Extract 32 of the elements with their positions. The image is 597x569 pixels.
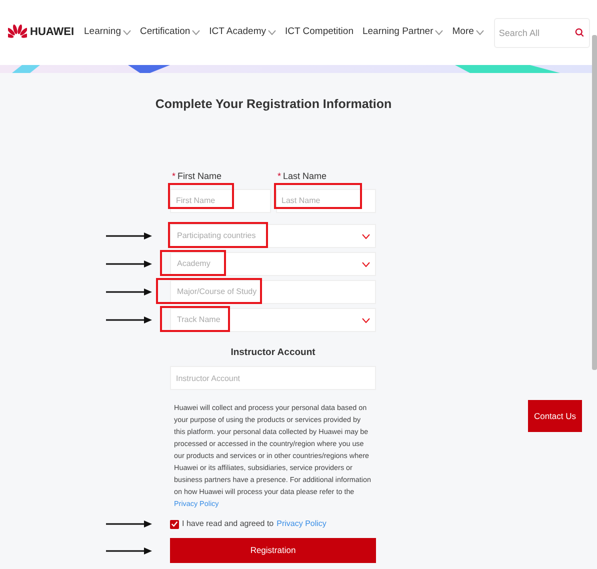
input-field[interactable]: Major/Course of Study — [170, 280, 376, 304]
search-field[interactable]: Search All — [494, 18, 590, 48]
contact-us-button[interactable]: Contact Us — [528, 400, 582, 432]
input-field[interactable]: Last Name — [276, 188, 376, 213]
nav-link[interactable]: More — [452, 25, 474, 40]
agreement-text: I have read and agreed to — [182, 518, 274, 530]
nav-link[interactable]: Learning — [84, 25, 121, 40]
nav-link[interactable]: Certification — [140, 25, 190, 40]
page-title: Complete Your Registration Information — [154, 96, 393, 113]
caret-icon — [362, 318, 370, 323]
dropdown-field[interactable]: Academy — [170, 252, 376, 276]
required-mark: * — [278, 170, 282, 183]
input-field[interactable]: Instructor Account — [170, 366, 376, 390]
scrollbar[interactable] — [592, 35, 597, 370]
search-icon[interactable] — [574, 28, 584, 36]
logo-text: HUAWEI — [30, 25, 74, 40]
field-label: Last Name — [283, 170, 327, 183]
section-heading: Instructor Account — [230, 346, 316, 360]
caret-icon — [362, 262, 370, 267]
logo-icon — [8, 24, 27, 41]
registration-button[interactable]: Registration — [170, 538, 376, 563]
caret-icon — [362, 234, 370, 239]
dropdown-field[interactable]: Track Name — [170, 308, 376, 332]
dropdown-field[interactable]: Participating countries — [170, 224, 376, 248]
nav-link[interactable]: ICT Academy — [209, 25, 266, 40]
input-field[interactable]: First Name — [170, 188, 270, 213]
checkbox[interactable] — [170, 520, 179, 528]
checkmark-icon — [171, 521, 178, 527]
nav-link[interactable]: Learning Partner — [362, 25, 434, 40]
field-label: First Name — [178, 170, 222, 183]
nav-link[interactable]: ICT Competition — [285, 25, 354, 40]
required-mark: * — [172, 170, 176, 183]
